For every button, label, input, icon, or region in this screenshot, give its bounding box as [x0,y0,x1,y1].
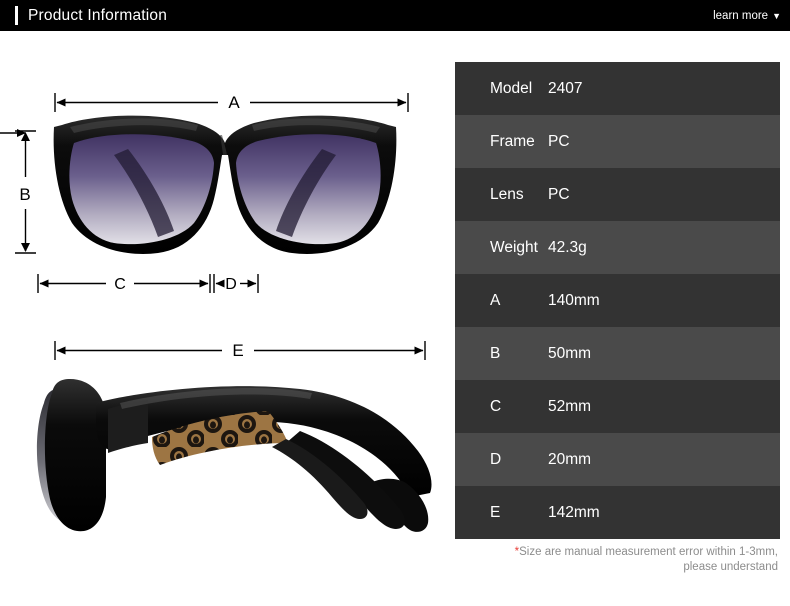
spec-value: PC [548,132,570,150]
specification-table: Model 2407 Frame PC Lens PC Weight 42.3g… [455,62,780,539]
sunglasses-measurement-drawing: A B C D E [0,93,432,532]
table-row: C 52mm [455,380,780,433]
measurement-note: *Size are manual measurement error withi… [455,545,780,575]
dimension-e-label: E [232,341,243,360]
spec-value: 52mm [548,397,592,415]
table-row: A 140mm [455,274,780,327]
spec-value: 50mm [548,344,592,362]
sunglasses-side-view [36,379,432,532]
learn-more-label: learn more [713,9,769,22]
spec-value: 2407 [548,79,583,97]
learn-more-button[interactable]: learn more ▼ [713,10,781,22]
spec-label: B [490,344,501,362]
spec-label: C [490,397,502,415]
page-header: Product Information learn more ▼ [0,0,790,31]
table-row: B 50mm [455,327,780,380]
spec-value: 42.3g [548,238,587,256]
product-diagram: A B C D E [0,31,450,606]
header-accent-bar [15,6,18,25]
page-title: Product Information [28,6,168,24]
side-hinge [108,400,148,453]
spec-value: PC [548,185,570,203]
spec-value: 142mm [548,503,600,521]
spec-label: Lens [490,185,524,203]
side-front-rim [44,379,106,532]
spec-label: Model [490,79,533,97]
table-row: Frame PC [455,115,780,168]
spec-value: 140mm [548,291,600,309]
sunglasses-front-view [53,115,397,254]
dimension-c-label: C [114,276,126,293]
chevron-down-icon: ▼ [772,10,781,21]
spec-label: Frame [490,132,535,150]
spec-value: 20mm [548,450,592,468]
table-row: Model 2407 [455,62,780,115]
table-row: Lens PC [455,168,780,221]
dimension-a-label: A [228,93,240,112]
spec-label: Weight [490,238,538,256]
dimension-b-label: B [19,185,30,204]
table-row: E 142mm [455,486,780,539]
spec-label: A [490,291,501,309]
spec-label: E [490,503,501,521]
note-line-1: Size are manual measurement error within… [519,546,778,558]
table-row: Weight 42.3g [455,221,780,274]
spec-label: D [490,450,502,468]
note-line-2: please understand [683,561,778,573]
dimension-d-label: D [225,276,237,293]
table-row: D 20mm [455,433,780,486]
